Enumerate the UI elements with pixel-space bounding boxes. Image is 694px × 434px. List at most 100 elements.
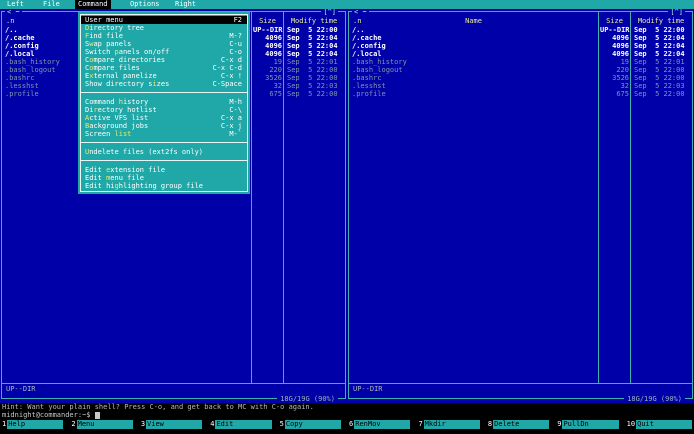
column-header-name[interactable]: Name [349,17,598,25]
menubar-item-command[interactable]: Command [75,0,111,9]
fkey-number: 8 [487,420,493,428]
menu-shortcut: C-u [229,40,242,48]
file-row-lesshst[interactable]: .lesshst 32 Sep 5 22:03 [349,82,692,90]
mini-status-divider [349,383,692,384]
fkey-5-copy[interactable]: 5 Copy [278,420,347,429]
fkey-number: 10 [626,420,636,428]
menu-separator [78,88,250,98]
file-row-config[interactable]: /.config 4096 Sep 5 22:04 [349,42,692,50]
file-row-bash-logout[interactable]: .bash_logout 220 Sep 5 22:00 [349,66,692,74]
fkey-10-quit[interactable]: 10 Quit [625,420,694,429]
menu-item-compare-files[interactable]: Compare files C-x C-d [78,64,250,72]
menu-item-external-panelize[interactable]: External panelize C-x ! [78,72,250,80]
history-back-icon[interactable]: < [7,8,11,16]
fkey-3-view[interactable]: 3 View [139,420,208,429]
fkey-9-pulldn[interactable]: 9 PullDn [555,420,624,429]
fkey-number: 7 [418,420,423,428]
column-header-mtime[interactable]: Modify time [630,17,692,25]
free-space-indicator: 18G/19G (90%) [624,395,685,403]
file-list: /.. UP--DIR Sep 5 22:00/.cache 4096 Sep 5 22… [349,26,692,98]
file-row-local[interactable]: /.local 4096 Sep 5 22:04 [349,50,692,58]
menu-item-command-history[interactable]: Command history M-h [78,98,250,106]
menu-item-show-directory-sizes[interactable]: Show directory sizes C-Space [78,80,250,88]
menu-shortcut: C-x d [220,56,242,64]
right-panel: < ~ [^] .n Name Size Modify time /.. UP--… [347,8,694,403]
command-menu-dropdown: User menu F2 Directory tree Find file M-? Swa… [78,12,250,194]
file-row-cache[interactable]: /.cache 4096 Sep 5 22:04 [349,34,692,42]
menu-bar: Left File Command Options Right [0,0,694,9]
fkey-4-edit[interactable]: 4 Edit [208,420,277,429]
fkey-label: Delete [493,420,550,429]
fkey-8-delete[interactable]: 8 Delete [486,420,555,429]
history-back-icon[interactable]: < [354,8,358,16]
shell-prompt: midnight@commander:~$ [2,411,91,419]
fkey-2-menu[interactable]: 2 Menu [69,420,138,429]
menubar-item-file[interactable]: File [40,0,63,9]
menu-item-edit-menu-file[interactable]: Edit menu file [78,174,250,182]
fkey-number: 5 [279,420,284,428]
menu-shortcut: C-x C-d [212,64,242,72]
fkey-label: Copy [284,420,342,429]
menu-item-undelete-files-ext2fs-only[interactable]: Undelete files (ext2fs only) [78,148,250,156]
hint-line: Hint: Want your plain shell? Press C-o, … [0,403,694,411]
fkey-number: 1 [2,420,7,428]
menu-item-edit-extension-file[interactable]: Edit extension file [78,166,250,174]
menu-item-user-menu[interactable]: User menu F2 [81,16,247,24]
menu-shortcut: M-h [229,98,242,106]
up-directory-icon[interactable]: [^] [321,8,338,16]
menubar-item-options[interactable]: Options [127,0,163,9]
left-panel-titlebar: < ~ [5,8,22,16]
function-key-bar: 1 Help 2 Menu 3 View 4 Edit 5 Copy 6 RenMov 7 Mkdir 8 D… [0,420,694,434]
up-directory-icon[interactable]: [^] [668,8,685,16]
menu-separator [78,138,250,148]
menu-shortcut: M-` [229,130,242,138]
menu-item-directory-hotlist[interactable]: Directory hotlist C-\ [78,106,250,114]
fkey-label: View [146,420,203,429]
fkey-label: Quit [636,420,693,429]
menu-item-active-vfs-list[interactable]: Active VFS list C-x a [78,114,250,122]
fkey-7-mkdir[interactable]: 7 Mkdir [416,420,485,429]
menu-item-directory-tree[interactable]: Directory tree [78,24,250,32]
fkey-label: Mkdir [423,420,480,429]
menu-shortcut: C-x ! [220,72,242,80]
right-panel-path[interactable]: ~ [362,8,366,16]
fkey-number: 6 [349,420,354,428]
fkey-1-help[interactable]: 1 Help [0,420,69,429]
menu-item-switch-panels-on-off[interactable]: Switch panels on/off C-o [78,48,250,56]
file-row-bash-history[interactable]: .bash_history 19 Sep 5 22:01 [349,58,692,66]
column-header-size[interactable]: Size [252,17,283,25]
fkey-label: Edit [215,420,272,429]
menu-shortcut: C-x a [220,114,242,122]
menu-item-swap-panels[interactable]: Swap panels C-u [78,40,250,48]
command-line[interactable]: midnight@commander:~$ [0,411,694,420]
fkey-number: 4 [210,420,215,428]
fkey-6-renmov[interactable]: 6 RenMov [347,420,416,429]
menu-shortcut: C-Space [212,80,242,88]
fkey-label: Help [7,420,64,429]
fkey-number: 2 [71,420,76,428]
menu-shortcut: M-? [229,32,242,40]
menu-item-find-file[interactable]: Find file M-? [78,32,250,40]
mini-status: UP--DIR [6,385,36,393]
column-header-size[interactable]: Size [599,17,630,25]
mini-status-divider [2,383,345,384]
menubar-item-left[interactable]: Left [4,0,27,9]
file-row-profile[interactable]: .profile 675 Sep 5 22:00 [349,90,692,98]
menu-item-background-jobs[interactable]: Background jobs C-x j [78,122,250,130]
menu-shortcut: F2 [233,16,242,24]
column-header-mtime[interactable]: Modify time [283,17,345,25]
menu-item-edit-highlighting-group-file[interactable]: Edit highlighting group file [78,182,250,190]
mini-status: UP--DIR [353,385,383,393]
left-panel-path[interactable]: ~ [15,8,19,16]
menu-item-compare-directories[interactable]: Compare directories C-x d [78,56,250,64]
file-row-[interactable]: /.. UP--DIR Sep 5 22:00 [349,26,692,34]
menu-separator [78,156,250,166]
menu-shortcut: C-o [229,48,242,56]
file-row-bashrc[interactable]: .bashrc 3526 Sep 5 22:00 [349,74,692,82]
menu-shortcut: C-x j [220,122,242,130]
fkey-number: 3 [140,420,146,428]
fkey-label: Menu [76,420,133,429]
menu-item-screen-list[interactable]: Screen list M-` [78,130,250,138]
menubar-item-right[interactable]: Right [172,0,199,9]
menu-shortcut: C-\ [229,106,242,114]
